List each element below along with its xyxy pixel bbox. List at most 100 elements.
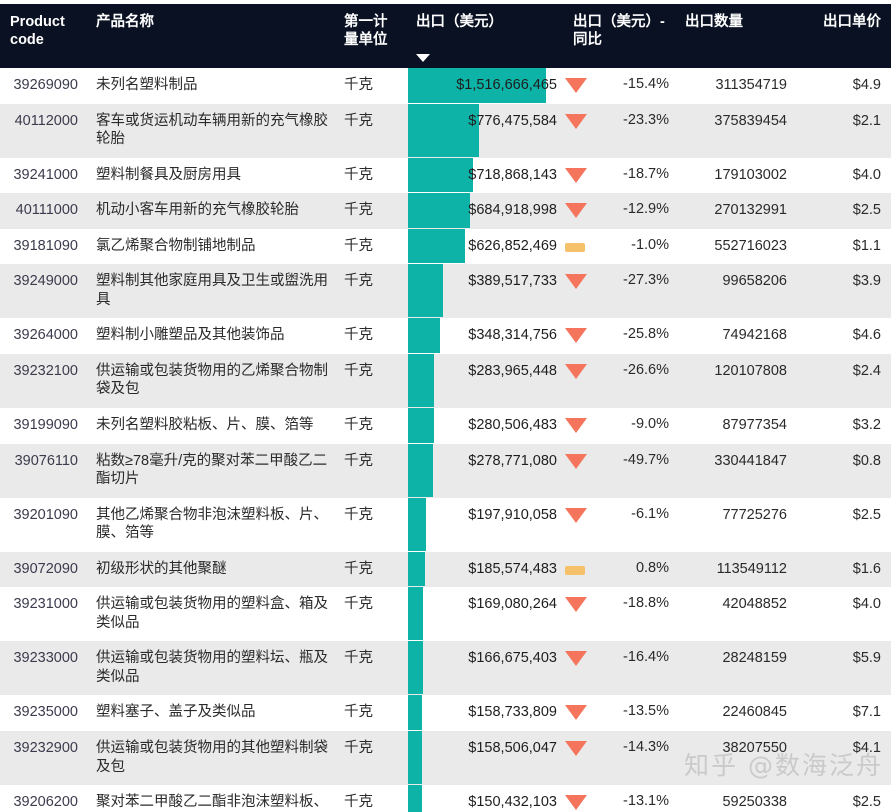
cell-export-yoy-label: -12.9% xyxy=(623,201,669,218)
column-header-export-value[interactable]: 出口（美元） xyxy=(408,4,565,68)
caret-down-icon[interactable] xyxy=(416,54,430,62)
column-header-product-code[interactable]: Product code xyxy=(0,4,88,68)
cell-product-name: 塑料塞子、盖子及类似品 xyxy=(88,694,336,732)
trend-indicator xyxy=(565,792,591,811)
trend-indicator xyxy=(565,361,591,379)
table-row[interactable]: 39076110 粘数≥78毫升/克的聚对苯二甲酸乙二酯切片 千克 $278,771,… xyxy=(0,443,891,498)
cell-export-yoy-label: -15.4% xyxy=(623,76,669,92)
cell-product-code: 39232900 xyxy=(0,730,88,786)
yoy-wrapper: -18.8% xyxy=(565,587,677,621)
cell-export-value-label: $776,475,584 xyxy=(468,112,557,129)
cell-export-yoy: 0.8% xyxy=(565,551,677,588)
cell-export-yoy-label: -18.7% xyxy=(623,165,669,182)
table-row[interactable]: 39233000 供运输或包装货物用的塑料坛、瓶及类似品 千克 $166,675,40… xyxy=(0,640,891,696)
cell-unit: 千克 xyxy=(336,443,408,498)
cell-product-name: 粘数≥78毫升/克的聚对苯二甲酸乙二酯切片 xyxy=(88,443,336,498)
cell-export-yoy: -25.8% xyxy=(565,317,677,354)
cell-export-quantity: 77725276 xyxy=(677,497,795,552)
cell-unit: 千克 xyxy=(336,551,408,588)
cell-product-name: 客车或货运机动车辆用新的充气橡胶轮胎 xyxy=(88,103,336,158)
cell-product-code: 39233000 xyxy=(0,640,88,696)
table-row[interactable]: 39232100 供运输或包装货物用的乙烯聚合物制袋及包 千克 $283,965,44… xyxy=(0,353,891,409)
table-row[interactable]: 39072090 初级形状的其他聚醚 千克 $185,574,483 0.8% 11354… xyxy=(0,551,891,588)
cell-product-name: 供运输或包装货物用的塑料坛、瓶及类似品 xyxy=(88,640,336,696)
table-row[interactable]: 39201090 其他乙烯聚合物非泡沫塑料板、片、膜、箔等 千克 $197,910,0… xyxy=(0,497,891,552)
table-row[interactable]: 39231000 供运输或包装货物用的塑料盒、箱及类似品 千克 $169,080,26… xyxy=(0,586,891,642)
table-row[interactable]: 39181090 氯乙烯聚合物制铺地制品 千克 $626,852,469 -1.0% 55… xyxy=(0,228,891,265)
trend-indicator xyxy=(565,594,591,613)
cell-export-yoy-label: -14.3% xyxy=(623,739,669,756)
cell-product-name: 其他乙烯聚合物非泡沫塑料板、片、膜、箔等 xyxy=(88,497,336,552)
column-header-product-name[interactable]: 产品名称 xyxy=(88,4,336,68)
table-row[interactable]: 39199090 未列名塑料胶粘板、片、膜、箔等 千克 $280,506,483 -9.… xyxy=(0,407,891,444)
cell-export-yoy: -16.4% xyxy=(565,640,677,696)
column-header-unit[interactable]: 第一计量单位 xyxy=(336,4,408,68)
cell-export-value: $158,506,047 xyxy=(408,730,565,786)
cell-export-quantity: 59250338 xyxy=(677,784,795,812)
cell-export-unit-price: $1.6 xyxy=(795,551,891,588)
cell-export-unit-price: $4.1 xyxy=(795,730,891,786)
cell-export-yoy-label: -1.0% xyxy=(631,236,669,253)
cell-product-code: 40111000 xyxy=(0,192,88,229)
export-table: Product code 产品名称 第一计量单位 出口（美元） 出口（美元）-同… xyxy=(0,4,891,812)
cell-export-value-label: $166,675,403 xyxy=(468,650,557,667)
cell-export-yoy: -13.5% xyxy=(565,694,677,732)
table-row[interactable]: 39241000 塑料制餐具及厨房用具 千克 $718,868,143 -18.7% 17… xyxy=(0,157,891,194)
trend-indicator xyxy=(565,325,591,344)
table-row[interactable]: 39269090 未列名塑料制品 千克 $1,516,666,465 -15.4% 311… xyxy=(0,68,891,104)
cell-product-code: 39199090 xyxy=(0,407,88,444)
column-header-export-quantity[interactable]: 出口数量 xyxy=(677,4,795,68)
column-header-export-unit-price[interactable]: 出口单价 xyxy=(795,4,891,68)
cell-export-quantity: 552716023 xyxy=(677,228,795,265)
cell-product-name: 塑料制其他家庭用具及卫生或盥洗用具 xyxy=(88,263,336,319)
cell-export-unit-price: $4.0 xyxy=(795,157,891,194)
yoy-wrapper: -26.6% xyxy=(565,354,677,388)
cell-export-unit-price: $1.1 xyxy=(795,228,891,265)
cell-product-code: 39076110 xyxy=(0,443,88,498)
trend-down-icon xyxy=(565,274,587,290)
column-header-export-yoy[interactable]: 出口（美元）-同比 xyxy=(565,4,677,68)
trend-down-icon xyxy=(565,705,587,721)
yoy-wrapper: -49.7% xyxy=(565,444,677,478)
trend-indicator xyxy=(565,415,591,434)
cell-product-code: 39201090 xyxy=(0,497,88,552)
table-row[interactable]: 39249000 塑料制其他家庭用具及卫生或盥洗用具 千克 $389,517,733 -… xyxy=(0,263,891,319)
cell-export-value-label: $626,852,469 xyxy=(468,237,557,254)
cell-export-value: $1,516,666,465 xyxy=(408,68,565,104)
table-row[interactable]: 39264000 塑料制小雕塑品及其他装饰品 千克 $348,314,756 -25.8… xyxy=(0,317,891,354)
table-row[interactable]: 39232900 供运输或包装货物用的其他塑料制袋及包 千克 $158,506,047… xyxy=(0,730,891,786)
yoy-wrapper: -16.4% xyxy=(565,641,677,675)
cell-unit: 千克 xyxy=(336,103,408,158)
cell-export-value: $150,432,103 xyxy=(408,784,565,812)
cell-export-yoy: -18.8% xyxy=(565,586,677,642)
column-header-label: 产品名称 xyxy=(96,14,154,30)
cell-export-yoy: -23.3% xyxy=(565,103,677,158)
cell-export-value: $158,733,809 xyxy=(408,694,565,732)
cell-product-code: 39235000 xyxy=(0,694,88,732)
table-row[interactable]: 40112000 客车或货运机动车辆用新的充气橡胶轮胎 千克 $776,475,584… xyxy=(0,103,891,158)
column-header-label: Product code xyxy=(10,14,65,49)
cell-product-code: 39232100 xyxy=(0,353,88,409)
table-row[interactable]: 40111000 机动小客车用新的充气橡胶轮胎 千克 $684,918,998 -12.… xyxy=(0,192,891,229)
yoy-wrapper: -13.1% xyxy=(565,785,677,812)
yoy-wrapper: -13.5% xyxy=(565,695,677,729)
cell-export-unit-price: $2.1 xyxy=(795,103,891,158)
cell-product-name: 初级形状的其他聚醚 xyxy=(88,551,336,588)
cell-export-yoy: -27.3% xyxy=(565,263,677,319)
table-row[interactable]: 39235000 塑料塞子、盖子及类似品 千克 $158,733,809 -13.5% 2… xyxy=(0,694,891,732)
table-header: Product code 产品名称 第一计量单位 出口（美元） 出口（美元）-同… xyxy=(0,4,891,68)
cell-unit: 千克 xyxy=(336,640,408,696)
cell-export-unit-price: $2.5 xyxy=(795,784,891,812)
cell-export-yoy-label: -13.5% xyxy=(623,703,669,720)
cell-product-code: 39181090 xyxy=(0,228,88,265)
table-row[interactable]: 39206200聚对苯二甲酸乙二酯非泡沫塑料板、片、膜等千克 $150,432,1… xyxy=(0,784,891,812)
trend-down-icon xyxy=(565,651,587,667)
cell-export-value-label: $185,574,483 xyxy=(468,560,557,577)
cell-export-value-label: $684,918,998 xyxy=(468,202,557,219)
trend-down-icon xyxy=(565,507,587,523)
cell-export-value-label: $1,516,666,465 xyxy=(456,77,557,93)
trend-down-icon xyxy=(565,328,587,344)
yoy-wrapper: -27.3% xyxy=(565,264,677,298)
cell-product-code: 40112000 xyxy=(0,103,88,158)
cell-product-code: 39072090 xyxy=(0,551,88,588)
